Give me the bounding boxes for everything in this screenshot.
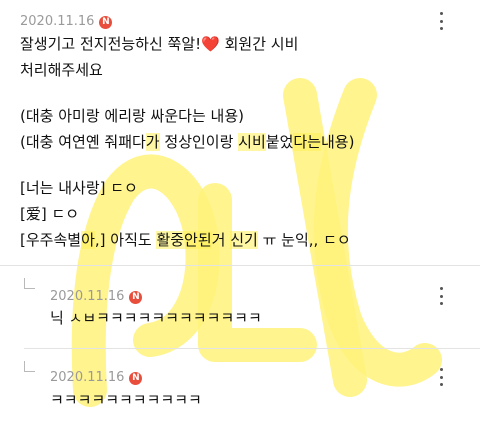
comment-text: ㅋㅋㅋㅋㅋㅋㅋㅋㅋㅋㅋ (50, 391, 202, 409)
post-date: 2020.11.16 (20, 14, 95, 29)
comment-meta: 2020.11.16 N (50, 366, 143, 385)
kebab-icon[interactable] (434, 12, 448, 30)
post-line-7: [우주속별아,] 아직도 활중안된거 신기 ㅠ 눈익,, ㄷㅇ (20, 231, 351, 249)
post-line-4: (대충 여연옌 줘패다가 정상인이랑 시비붙었다는내용) (20, 133, 355, 151)
post-line-6: [爱] ㄷㅇ (20, 205, 80, 223)
new-badge: N (129, 291, 143, 304)
comment-date: 2020.11.16 (50, 289, 125, 304)
new-badge: N (129, 372, 143, 385)
reply-arrow-icon (24, 361, 35, 372)
comment-meta: 2020.11.16 N (50, 285, 143, 304)
comment-text: 닉 ㅅㅂㅋㅋㅋㅋㅋㅋㅋㅋㅋㅋㅋㅋ (50, 309, 262, 327)
reply-arrow-icon (24, 278, 35, 289)
post-meta: 2020.11.16 N (20, 10, 113, 29)
kebab-icon[interactable] (434, 368, 448, 386)
divider (0, 265, 480, 266)
post-line-2: 처리해주세요 (20, 61, 103, 79)
heart-icon: ❤️ (201, 35, 220, 53)
divider (24, 348, 480, 349)
comment-date: 2020.11.16 (50, 370, 125, 385)
post-line-3: (대충 아미랑 에리랑 싸운다는 내용) (20, 107, 244, 125)
post-line-5: [너는 내사랑] ㄷㅇ (20, 179, 138, 197)
post-line-1: 잘생기고 전지전능하신 쭉알!❤️ 회원간 시비 (20, 35, 299, 53)
new-badge: N (99, 16, 113, 29)
kebab-icon[interactable] (434, 287, 448, 305)
